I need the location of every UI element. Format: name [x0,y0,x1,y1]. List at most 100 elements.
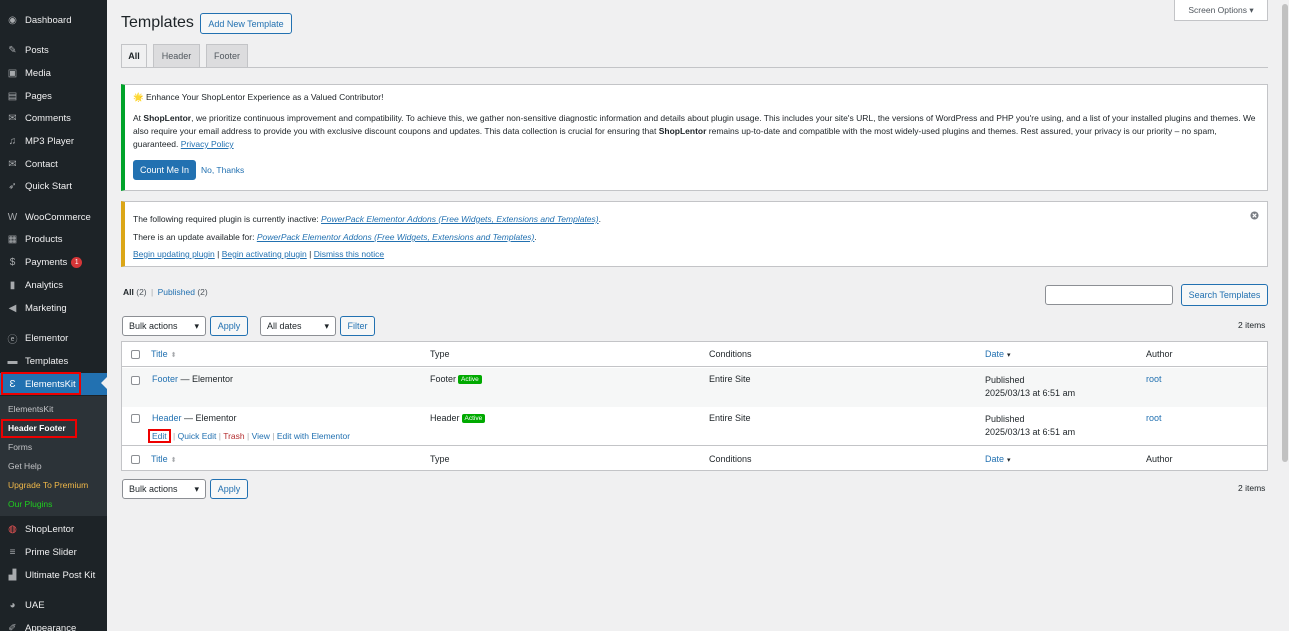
menu-ultimate-post-kit[interactable]: ▟ Ultimate Post Kit [0,565,107,585]
scrollbar-thumb[interactable] [1282,4,1288,462]
column-date[interactable]: Date ▾ [985,349,1011,359]
screen-options-button[interactable]: Screen Options ▾ [1174,0,1268,21]
column-type: Type [430,349,450,359]
menu-payments[interactable]: $ Payments 1 [0,252,107,272]
menu-appearance[interactable]: ✐ Appearance [0,618,107,631]
menu-templates[interactable]: ▬ Templates [0,351,107,371]
apply-button[interactable]: Apply [210,316,248,336]
menu-comments[interactable]: ✉ Comments [0,108,107,128]
row-type: Footer Active [430,374,482,385]
menu-label: Dashboard [25,14,72,26]
submenu-elementskit[interactable]: ElementsKit [8,404,53,414]
no-thanks-link[interactable]: No, Thanks [201,165,244,175]
separator: | [306,249,314,259]
template-title-link[interactable]: Footer [152,374,178,384]
menu-label: MP3 Player [25,135,75,147]
submenu-get-help[interactable]: Get Help [8,461,42,471]
table-header-row: Title ⬍ Type Conditions Date ▾ Author [122,342,1267,367]
row-date: Published 2025/03/13 at 6:51 am [985,413,1075,439]
notice-line-update: There is an update available for: PowerP… [133,231,537,244]
tab-header[interactable]: Header [153,44,200,68]
select-all-checkbox[interactable] [131,350,140,359]
menu-analytics[interactable]: ▮ Analytics [0,275,107,295]
menu-posts[interactable]: ✎ Posts [0,40,107,60]
menu-mp3-player[interactable]: ♫ MP3 Player [0,131,107,151]
prime-slider-icon: ≡ [9,546,16,558]
menu-quick-start[interactable]: ➶ Quick Start [0,176,107,196]
column-author: Author [1146,454,1173,464]
row-author[interactable]: root [1146,413,1162,423]
media-icon: ▣ [7,67,18,79]
privacy-policy-link[interactable]: Privacy Policy [181,139,234,149]
add-new-template-button[interactable]: Add New Template [200,13,292,34]
row-checkbox[interactable] [131,376,140,385]
powerpack-link[interactable]: PowerPack Elementor Addons (Free Widgets… [321,214,599,224]
notice-text: At [133,113,144,123]
menu-label: ShopLentor [25,523,75,535]
close-icon[interactable] [1250,211,1259,220]
submenu-upgrade[interactable]: Upgrade To Premium [8,480,88,490]
select-value: All dates [267,321,302,331]
items-count-bottom: 2 items [1238,483,1266,493]
search-input[interactable] [1045,285,1173,305]
sort-desc-icon: ▾ [1007,457,1011,464]
date-filter-select[interactable]: All dates ▾ [260,316,336,336]
author-link[interactable]: root [1146,413,1162,423]
row-author[interactable]: root [1146,374,1162,384]
quick-edit-link[interactable]: Quick Edit [178,431,217,441]
filter-all[interactable]: All [123,287,134,297]
menu-contact[interactable]: ✉ Contact [0,154,107,174]
vertical-scrollbar[interactable] [1281,0,1289,631]
bulk-actions-select[interactable]: Bulk actions ▾ [122,316,206,336]
powerpack-update-link[interactable]: PowerPack Elementor Addons (Free Widgets… [257,232,535,242]
type-label: Header [430,413,460,423]
template-title-link[interactable]: Header [152,413,182,423]
menu-label: Payments [25,256,68,268]
count-me-in-button[interactable]: Count Me In [133,160,196,180]
search-templates-button[interactable]: Search Templates [1181,284,1268,306]
menu-pages[interactable]: ▤ Pages [0,86,107,106]
mail-icon: ✉ [8,158,17,170]
submenu-label: Get Help [8,461,42,471]
filter-button[interactable]: Filter [340,316,375,336]
menu-shoplentor[interactable]: ◍ ShopLentor [0,519,107,539]
menu-prime-slider[interactable]: ≡ Prime Slider [0,542,107,562]
begin-updating-link[interactable]: Begin updating plugin [133,249,215,259]
column-title[interactable]: Title ⬍ [151,349,177,359]
tab-footer[interactable]: Footer [206,44,248,68]
menu-products[interactable]: ▦ Products [0,229,107,249]
column-date[interactable]: Date ▾ [985,454,1011,464]
bar-chart-icon: ▮ [9,279,16,291]
notice-text: The following required plugin is current… [133,214,322,224]
tab-all[interactable]: All [121,44,147,68]
row-checkbox[interactable] [131,414,140,423]
edit-with-elementor-link[interactable]: Edit with Elementor [277,431,350,441]
items-count: 2 items [1238,320,1266,330]
menu-marketing[interactable]: ◀ Marketing [0,298,107,318]
title-suffix: — Elementor [181,413,237,423]
menu-label: Pages [25,90,52,102]
submenu-forms[interactable]: Forms [8,442,32,452]
bulk-actions-select-bottom[interactable]: Bulk actions ▾ [122,479,206,499]
column-title[interactable]: Title ⬍ [151,454,177,464]
menu-dashboard[interactable]: ◉ Dashboard [0,10,107,30]
view-link[interactable]: View [252,431,270,441]
menu-uae[interactable]: ◕ UAE [0,595,107,615]
trash-link[interactable]: Trash [223,431,244,441]
period: . [534,232,537,242]
dismiss-notice-link[interactable]: Dismiss this notice [314,249,384,259]
column-conditions: Conditions [709,454,752,464]
begin-activating-link[interactable]: Begin activating plugin [222,249,307,259]
table-footer-row: Title ⬍ Type Conditions Date ▾ Author [122,447,1267,471]
audio-icon: ♫ [8,135,17,147]
menu-label: Comments [25,112,71,124]
select-all-checkbox[interactable] [131,455,140,464]
edit-link[interactable]: Edit [148,429,171,443]
menu-media[interactable]: ▣ Media [0,63,107,83]
menu-woocommerce[interactable]: W WooCommerce [0,207,107,227]
submenu-our-plugins[interactable]: Our Plugins [8,499,52,509]
author-link[interactable]: root [1146,374,1162,384]
menu-elementor[interactable]: ⓔ Elementor [0,328,107,348]
apply-button-bottom[interactable]: Apply [210,479,248,499]
filter-published[interactable]: Published [158,287,195,297]
